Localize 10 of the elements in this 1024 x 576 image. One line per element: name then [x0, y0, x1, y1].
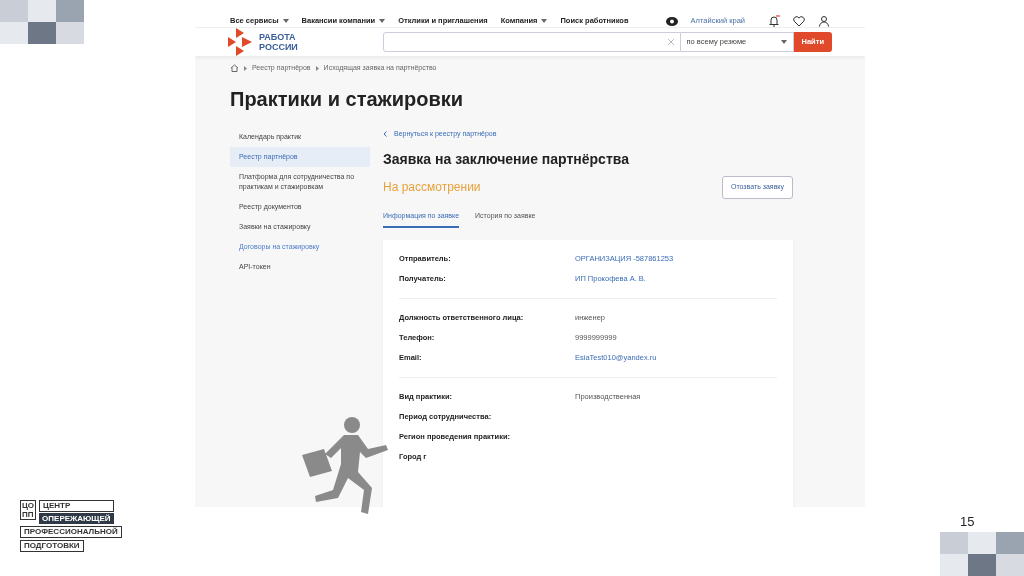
- page-number: 15: [960, 513, 975, 531]
- logo-word: ЦЕНТР: [39, 500, 114, 512]
- request-title: Заявка на заключение партнёрства: [383, 150, 630, 169]
- status-label: На рассмотрении: [383, 179, 481, 197]
- logo-word: ПОДГОТОВКИ: [20, 540, 84, 552]
- page-title: Практики и стажировки: [229, 86, 465, 111]
- logo-word: ПРОФЕССИОНАЛЬНОЙ: [20, 526, 122, 538]
- logo-word: ОПЕРЕЖАЮЩЕЙ: [39, 513, 114, 524]
- logo-mark: ЦО ПП: [20, 500, 37, 520]
- logo-text: РАБОТА РОССИИ: [259, 32, 298, 52]
